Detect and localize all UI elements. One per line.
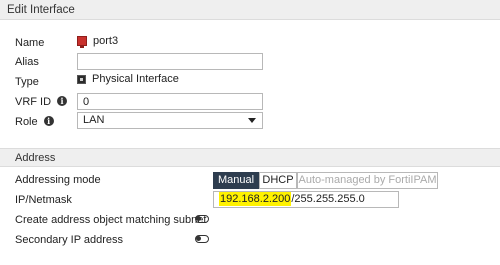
info-icon[interactable]: i bbox=[57, 96, 68, 106]
role-select[interactable]: LAN bbox=[77, 112, 263, 129]
mode-fortiipam-button[interactable]: Auto-managed by FortiIPAM bbox=[297, 172, 438, 189]
netmask-value: /255.255.255.0 bbox=[291, 193, 365, 205]
type-label: Type bbox=[15, 76, 39, 88]
panel-header: Edit Interface bbox=[0, 0, 500, 20]
secondary-ip-label: Secondary IP address bbox=[15, 234, 124, 246]
secondary-ip-toggle[interactable] bbox=[195, 235, 209, 243]
vrf-id-input[interactable] bbox=[77, 93, 263, 110]
create-address-object-toggle[interactable] bbox=[195, 215, 209, 223]
create-address-object-label: Create address object matching subnet bbox=[15, 214, 207, 226]
chevron-down-icon bbox=[248, 118, 256, 123]
name-value: port3 bbox=[77, 34, 118, 48]
vrf-id-label: VRF ID i bbox=[15, 96, 68, 108]
mode-manual-button[interactable]: Manual bbox=[213, 172, 259, 189]
port-icon bbox=[77, 36, 87, 48]
role-selected-value: LAN bbox=[83, 114, 105, 126]
type-value: Physical Interface bbox=[77, 73, 179, 85]
info-icon[interactable]: i bbox=[43, 116, 54, 126]
alias-label: Alias bbox=[15, 56, 39, 68]
panel-title: Edit Interface bbox=[7, 4, 75, 16]
ip-netmask-input[interactable]: 192.168.2.200/255.255.255.0 bbox=[213, 191, 399, 208]
port-name: port3 bbox=[93, 35, 119, 47]
alias-input[interactable] bbox=[77, 53, 263, 70]
role-label: Role i bbox=[15, 116, 54, 128]
physical-interface-icon bbox=[77, 74, 86, 84]
address-section-title: Address bbox=[15, 152, 56, 164]
mode-dhcp-button[interactable]: DHCP bbox=[259, 172, 297, 189]
addressing-mode-label: Addressing mode bbox=[15, 174, 101, 186]
ip-netmask-label: IP/Netmask bbox=[15, 194, 72, 206]
name-label: Name bbox=[15, 37, 45, 49]
address-section-header: Address bbox=[0, 148, 500, 167]
type-text: Physical Interface bbox=[92, 73, 179, 85]
vrf-id-text: VRF ID bbox=[15, 96, 52, 108]
ip-address-value: 192.168.2.200 bbox=[219, 192, 292, 206]
role-text: Role bbox=[15, 116, 38, 128]
